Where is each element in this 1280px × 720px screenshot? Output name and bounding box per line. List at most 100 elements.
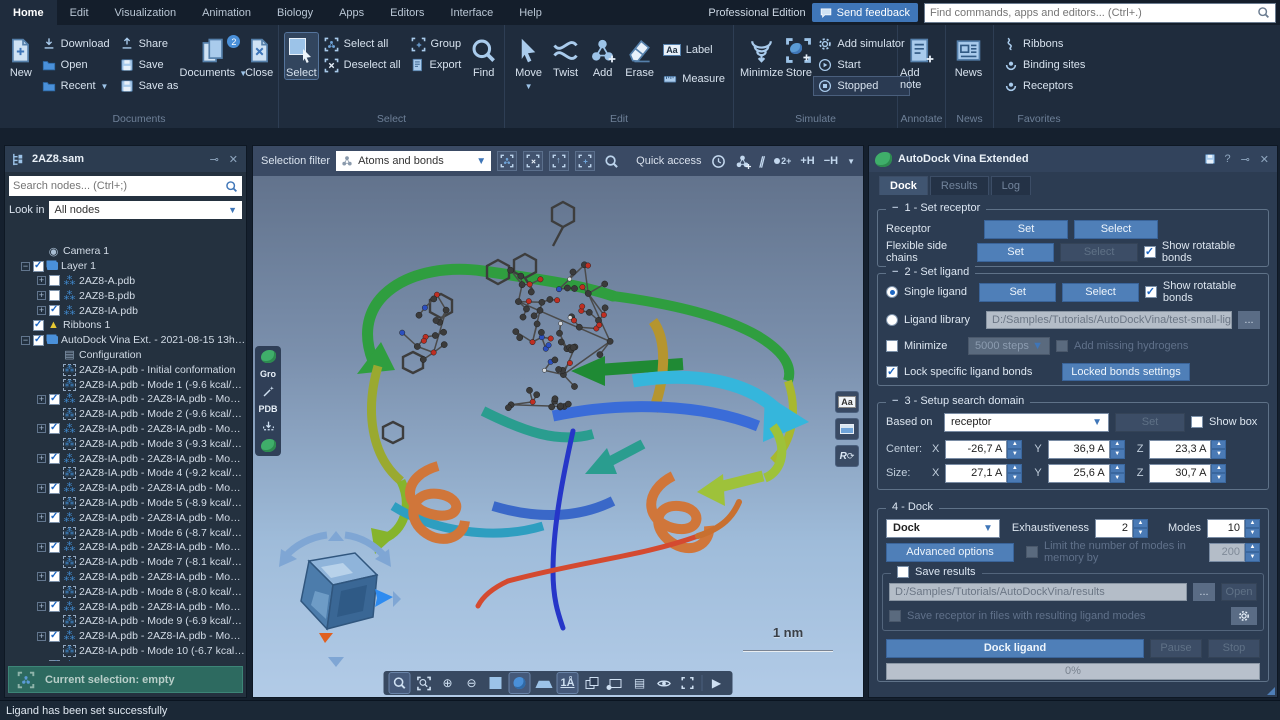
save-as-button[interactable]: Save as <box>116 77 183 95</box>
expand-toggle[interactable]: + <box>37 276 46 285</box>
command-search[interactable] <box>924 3 1276 23</box>
recent-button[interactable]: Recent▼ <box>38 77 114 95</box>
store-button[interactable]: Store <box>785 33 812 79</box>
tree-item[interactable]: + 2AZ8-IA.pdb - 2AZ8-IA.pdb - Mode 9 (-6… <box>11 629 246 644</box>
menu-item[interactable]: Editors <box>377 0 437 25</box>
tree-item[interactable]: 2AZ8-IA.pdb - Mode 4 (-9.2 kcal/mol; 5.6… <box>11 466 246 481</box>
move-dropdown-arrow[interactable]: ▼ <box>525 82 533 91</box>
node-checkbox[interactable] <box>49 571 60 582</box>
library-browse-button[interactable]: ... <box>1238 311 1260 329</box>
spin-up[interactable]: ▲ <box>1211 464 1226 474</box>
node-checkbox[interactable] <box>49 660 60 661</box>
export-button[interactable]: Export <box>407 56 466 74</box>
library-path-field[interactable]: D:/Samples/Tutorials/AutoDockVina/test-s… <box>986 311 1232 329</box>
tree-item[interactable]: + 2AZ8-IA.pdb - 2AZ8-IA.pdb - Mode 2 (-9… <box>11 422 246 437</box>
dock-mode-select[interactable]: Dock▼ <box>886 519 1000 538</box>
tree-item[interactable]: + 2AZ8-IA.pdb - 2AZ8-IA.pdb - Mode 3 (-9… <box>11 451 246 466</box>
select-all-button[interactable]: Select all <box>320 35 405 53</box>
zoom-in-button[interactable]: ⊕ <box>438 673 458 693</box>
close-icon[interactable]: ✕ <box>1258 153 1271 166</box>
center-z-value[interactable]: 23,3 A <box>1149 440 1211 459</box>
ligand-show-rotatable-checkbox[interactable] <box>1145 286 1157 298</box>
tree-item[interactable]: + 2AZ8-IA.pdb - 2AZ8-IA.pdb - Mode 1 (-9… <box>11 392 246 407</box>
scale-toggle-button[interactable]: 1Å <box>558 673 578 693</box>
tree-item[interactable]: 2AZ8-IA.pdb - Mode 5 (-8.9 kcal/mol; 3.5… <box>11 496 246 511</box>
tree-item[interactable]: Camera 1 <box>11 244 246 259</box>
limit-value[interactable]: 200 <box>1209 543 1245 562</box>
flexible-set-button[interactable]: Set <box>977 243 1055 262</box>
tree-item[interactable]: + 2AZ8-IA.pdb - 2AZ8-IA.pdb - Mode 8 (-8… <box>11 599 246 614</box>
spin-down[interactable]: ▼ <box>1007 449 1022 459</box>
tree-item[interactable]: + 2AZ8-IA.pdb - 2AZ8-IA.pdb - Mode 10 (-… <box>11 658 246 661</box>
node-checkbox[interactable] <box>33 335 44 346</box>
spin-up[interactable]: ▲ <box>1007 440 1022 450</box>
results-settings-button[interactable] <box>1231 607 1257 625</box>
spin-down[interactable]: ▼ <box>1133 528 1148 538</box>
collapse-icon[interactable]: − <box>892 202 898 214</box>
ribbons-button[interactable]: Ribbons <box>1000 35 1089 53</box>
pin-icon[interactable]: ⊸ <box>1239 153 1252 166</box>
pdb-label[interactable]: PDB <box>258 404 277 414</box>
lock-bonds-checkbox[interactable] <box>886 366 898 378</box>
open-button[interactable]: Open <box>38 56 114 74</box>
navigation-cube[interactable] <box>271 529 401 669</box>
tree-item[interactable]: + 2AZ8-IA.pdb - 2AZ8-IA.pdb - Mode 5 (-8… <box>11 510 246 525</box>
save-button[interactable]: Save <box>116 56 183 74</box>
node-search[interactable] <box>9 176 242 196</box>
tree-item[interactable]: Ribbons 1 <box>11 318 246 333</box>
documents-dropdown-arrow[interactable]: ▼ <box>239 69 247 78</box>
center-x-spinner[interactable]: -26,7 A▲▼ <box>945 440 1022 459</box>
add-hydrogens-button[interactable]: +H <box>800 155 814 167</box>
current-selection-bar[interactable]: Current selection: empty <box>8 666 243 693</box>
exhaustiveness-value[interactable]: 2 <box>1095 519 1133 538</box>
select-up-button[interactable]: ↑ <box>549 151 569 171</box>
select-button[interactable]: Select <box>285 33 318 79</box>
results-browse-button[interactable]: ... <box>1193 583 1215 601</box>
size-z-spinner[interactable]: 30,7 A▲▼ <box>1149 464 1226 483</box>
group-button[interactable]: Group <box>407 35 466 53</box>
spin-down[interactable]: ▼ <box>1110 449 1125 459</box>
start-button[interactable]: Start <box>814 56 908 74</box>
add-note-button[interactable]: Add note <box>900 33 941 91</box>
center-y-value[interactable]: 36,9 A <box>1048 440 1110 459</box>
fullscreen-button[interactable] <box>678 673 698 693</box>
recent-dropdown-arrow[interactable]: ▼ <box>101 82 109 91</box>
menu-item[interactable]: Interface <box>437 0 506 25</box>
spin-up[interactable]: ▲ <box>1110 440 1125 450</box>
node-search-input[interactable] <box>13 180 225 192</box>
node-checkbox[interactable] <box>49 542 60 553</box>
expand-toggle[interactable]: + <box>37 632 46 641</box>
tree-item[interactable]: 2AZ8-IA.pdb - Mode 2 (-9.6 kcal/mol; 2.3… <box>11 407 246 422</box>
documents-button[interactable]: 2 Documents▼ <box>184 33 242 79</box>
deselect-all-button[interactable]: Deselect all <box>320 56 405 74</box>
close-button[interactable]: Close <box>244 33 274 79</box>
menu-item[interactable]: Edit <box>57 0 102 25</box>
share-button[interactable]: Share <box>116 35 183 53</box>
expand-toggle[interactable]: + <box>37 306 46 315</box>
rotate-reference-button[interactable]: R⟳ <box>835 445 859 467</box>
results-path-field[interactable]: D:/Samples/Tutorials/AutoDockVina/result… <box>889 583 1187 601</box>
spin-up[interactable]: ▲ <box>1007 464 1022 474</box>
ground-plane-button[interactable] <box>534 673 554 693</box>
open-results-button[interactable]: Open <box>1221 583 1257 601</box>
node-checkbox[interactable] <box>49 601 60 612</box>
spin-up[interactable]: ▲ <box>1211 440 1226 450</box>
add-atoms-icon[interactable] <box>735 154 750 169</box>
pause-button[interactable]: Pause <box>1150 639 1202 658</box>
news-button[interactable]: News <box>948 33 989 79</box>
expand-toggle[interactable]: + <box>37 484 46 493</box>
presentation-button[interactable] <box>606 673 626 693</box>
node-checkbox[interactable] <box>49 394 60 405</box>
download-button[interactable]: Download <box>38 35 114 53</box>
ligand-set-button[interactable]: Set <box>979 283 1056 302</box>
group-selection-button[interactable] <box>575 151 595 171</box>
expand-toggle[interactable]: + <box>37 454 46 463</box>
size-y-value[interactable]: 25,6 A <box>1048 464 1110 483</box>
twist-button[interactable]: Twist <box>548 33 583 79</box>
orientation-cube-button[interactable] <box>510 673 530 693</box>
spin-down[interactable]: ▼ <box>1211 449 1226 459</box>
node-checkbox[interactable] <box>33 261 44 272</box>
add-button[interactable]: Add <box>585 33 620 79</box>
expand-toggle[interactable]: + <box>37 572 46 581</box>
show-rotatable-checkbox[interactable] <box>1144 246 1156 258</box>
